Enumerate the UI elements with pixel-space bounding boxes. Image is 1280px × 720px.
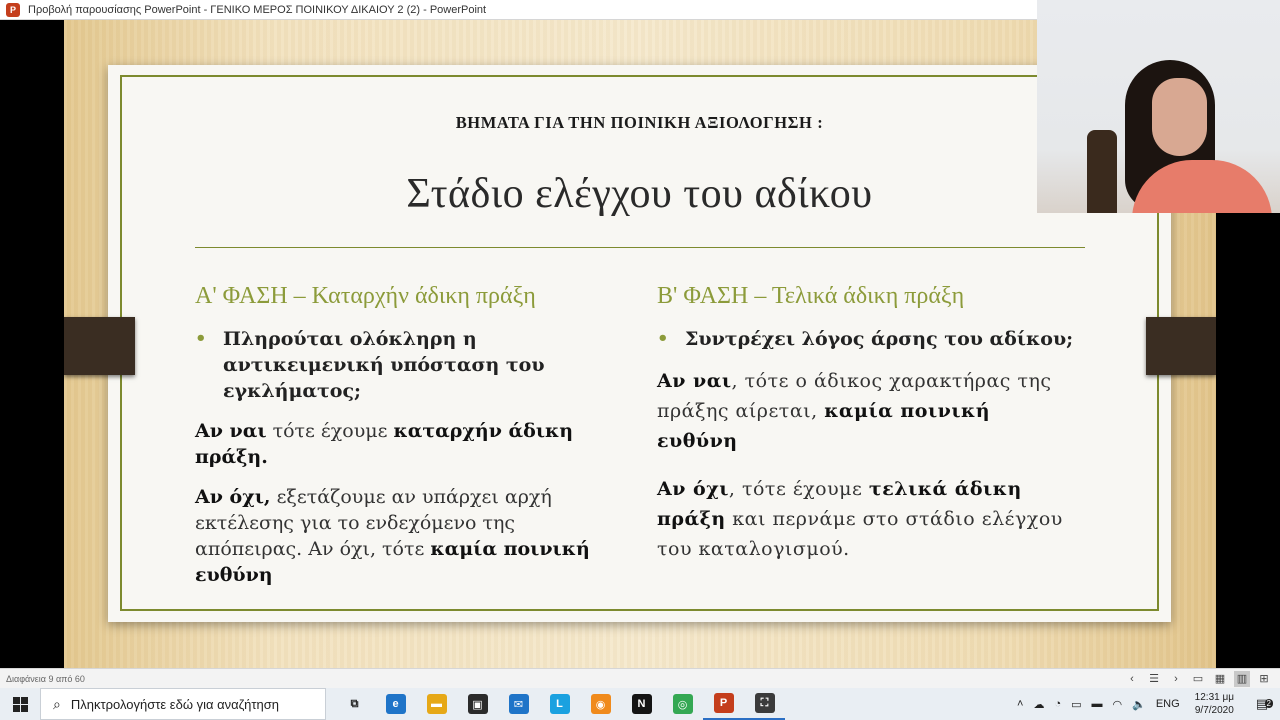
usb-icon[interactable]: ▭ — [1071, 698, 1081, 711]
taskbar-app-edge[interactable]: e — [375, 688, 416, 720]
taskbar-app-lexico[interactable]: L — [539, 688, 580, 720]
notification-count: 2 — [1264, 699, 1273, 708]
no-label: Αν όχι, — [195, 486, 271, 508]
taskbar-app-powerpoint[interactable]: P — [703, 688, 744, 720]
yes-label: Αν ναι — [195, 420, 267, 442]
view-controls: ‹ ☰ › ▭ ▦ ▥ ⊞ — [1124, 670, 1272, 687]
lexico-icon: L — [549, 694, 570, 714]
file-explorer-icon: ▬ — [426, 694, 447, 714]
phase-b-yes-paragraph: Αν ναι, τότε ο άδικος χαρακτήρας της πρά… — [657, 366, 1077, 456]
no-mid: , τότε έχουμε — [728, 478, 869, 500]
action-center-button[interactable]: ▤ 2 — [1244, 696, 1280, 712]
webcam-person-face — [1152, 78, 1207, 156]
yes-text: τότε έχουμε — [266, 420, 394, 442]
window-title: Προβολή παρουσίασης PowerPoint - ΓΕΝΙΚΟ … — [28, 3, 487, 16]
mail-icon: ✉ — [508, 694, 529, 714]
chrome-icon: ◎ — [672, 694, 693, 714]
taskbar-app-app-orange[interactable]: ◉ — [580, 688, 621, 720]
search-placeholder: Πληκτρολογήστε εδώ για αναζήτηση — [70, 696, 279, 712]
phase-b-bullet: • Συντρέχει λόγος άρσης του αδίκου; — [657, 326, 1077, 352]
taskbar-app-snipping[interactable]: ⛶ — [744, 688, 785, 720]
meet-now-icon[interactable]: ◔ — [1054, 698, 1061, 710]
windows-logo-icon — [12, 696, 28, 712]
previous-slide-icon[interactable]: ‹ — [1124, 671, 1140, 687]
volume-icon[interactable]: 🔈 — [1132, 698, 1146, 711]
windows-taskbar: ⌕ Πληκτρολογήστε εδώ για αναζήτηση ⧉ e ▬ ▣ ✉… — [0, 688, 1280, 720]
phase-b-no-paragraph: Αν όχι, τότε έχουμε τελικά άδικη πράξη κ… — [657, 474, 1077, 564]
phase-b-heading: Β' ΦΑΣΗ – Τελικά άδικη πράξη — [657, 283, 965, 309]
webcam-overlay — [1037, 0, 1280, 213]
next-slide-icon[interactable]: › — [1168, 671, 1184, 687]
onedrive-icon[interactable]: ☁ — [1033, 698, 1044, 711]
slide-sorter-icon[interactable]: ▦ — [1212, 671, 1228, 687]
phase-a-bullet: • Πληρούται ολόκληρη η αντικειμενική υπό… — [195, 326, 625, 404]
taskbar-app-task-view[interactable]: ⧉ — [334, 688, 375, 720]
taskbar-app-netflix[interactable]: N — [621, 688, 662, 720]
edge-icon: e — [385, 694, 406, 714]
start-button[interactable] — [0, 688, 40, 720]
taskbar-app-mail[interactable]: ✉ — [498, 688, 539, 720]
task-view-icon: ⧉ — [350, 697, 359, 710]
phase-a-heading: Α' ΦΑΣΗ – Καταρχήν άδικη πράξη — [195, 283, 536, 309]
clock-date: 9/7/2020 — [1194, 705, 1234, 716]
taskbar-app-store[interactable]: ▣ — [457, 688, 498, 720]
webcam-chair — [1087, 130, 1117, 213]
system-tray: ˄ ☁ ◔ ▭ ▬ ◠ 🔈 ENG 12:31 μμ 9/7/2020 ▤ 2 — [1012, 688, 1280, 720]
slide-title: Στάδιο ελέγχου του αδίκου — [406, 171, 873, 217]
phase-b-question: Συντρέχει λόγος άρσης του αδίκου; — [685, 328, 1074, 350]
slide-counter: Διαφάνεια 9 από 60 — [6, 673, 85, 684]
phase-b-column: Β' ΦΑΣΗ – Τελικά άδικη πράξη • Συντρέχει… — [657, 283, 1077, 582]
language-indicator[interactable]: ENG — [1156, 698, 1180, 710]
search-icon: ⌕ — [53, 695, 61, 712]
netflix-icon: N — [631, 694, 652, 714]
phase-a-no-paragraph: Αν όχι, εξετάζουμε αν υπάρχει αρχή εκτέλ… — [195, 484, 625, 588]
phase-a-question: Πληρούται ολόκληρη η αντικειμενική υπόστ… — [223, 328, 545, 402]
battery-icon[interactable]: ▬ — [1092, 698, 1103, 710]
snipping-icon: ⛶ — [754, 693, 775, 713]
no-label: Αν όχι — [657, 478, 729, 500]
bullet-dot-icon: • — [195, 328, 207, 349]
slide-menu-icon[interactable]: ☰ — [1146, 671, 1162, 687]
bullet-dot-icon: • — [657, 328, 669, 349]
reading-view-icon[interactable]: ▥ — [1234, 670, 1250, 687]
powerpoint-icon: P — [6, 2, 20, 17]
taskbar-clock[interactable]: 12:31 μμ 9/7/2020 — [1195, 691, 1234, 717]
phase-a-column: Α' ΦΑΣΗ – Καταρχήν άδικη πράξη • Πληρούτ… — [195, 283, 625, 602]
wifi-icon[interactable]: ◠ — [1113, 698, 1123, 711]
left-strap-decoration — [64, 317, 135, 375]
phase-a-yes-paragraph: Αν ναι τότε έχουμε καταρχήν άδικη πράξη. — [195, 418, 625, 470]
app-orange-icon: ◉ — [590, 694, 611, 714]
right-strap-decoration — [1146, 317, 1216, 375]
taskbar-search-box[interactable]: ⌕ Πληκτρολογήστε εδώ για αναζήτηση — [40, 688, 326, 720]
presentation-statusbar: Διαφάνεια 9 από 60 ‹ ☰ › ▭ ▦ ▥ ⊞ — [0, 668, 1280, 688]
slide-subtitle: ΒΗΜΑΤΑ ΓΙΑ ΤΗΝ ΠΟΙΝΙΚΗ ΑΞΙΟΛΟΓΗΣΗ : — [455, 113, 824, 132]
taskbar-apps: ⧉ e ▬ ▣ ✉ L ◉ N ◎ P ⛶ — [334, 688, 785, 720]
slideshow-icon[interactable]: ⊞ — [1256, 671, 1272, 687]
normal-view-icon[interactable]: ▭ — [1190, 671, 1206, 687]
taskbar-app-file-explorer[interactable]: ▬ — [416, 688, 457, 720]
title-divider — [195, 247, 1085, 248]
store-icon: ▣ — [467, 694, 488, 714]
show-hidden-icons-icon[interactable]: ˄ — [1017, 698, 1023, 710]
yes-label: Αν ναι — [657, 370, 732, 392]
taskbar-app-chrome[interactable]: ◎ — [662, 688, 703, 720]
clock-time: 12:31 μμ — [1194, 692, 1234, 703]
powerpoint-icon: P — [713, 693, 734, 713]
